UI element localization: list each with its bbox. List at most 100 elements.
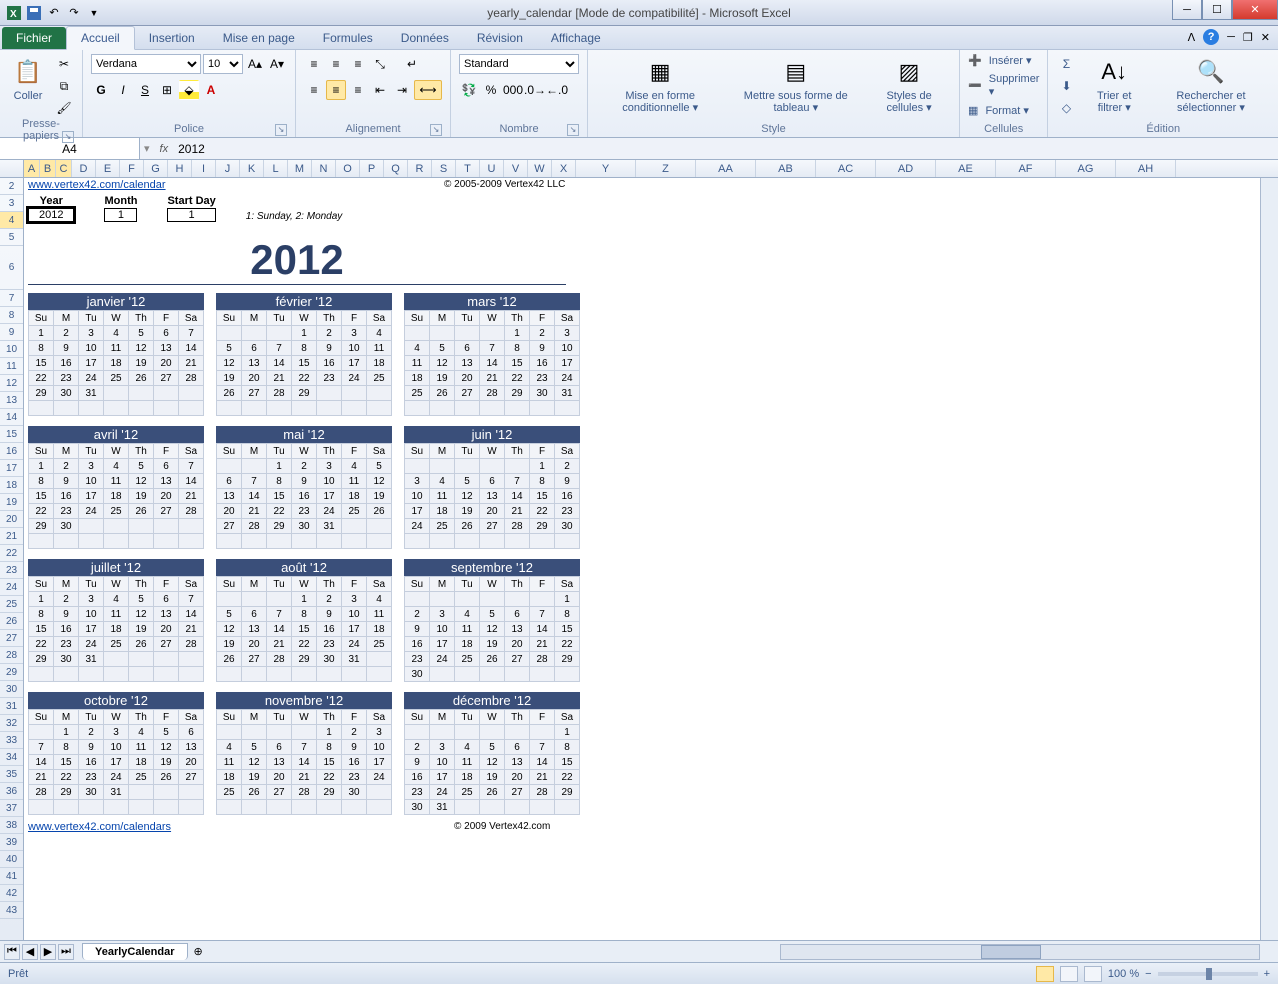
day-cell[interactable]: [430, 667, 455, 682]
day-cell[interactable]: 16: [54, 622, 79, 637]
help-icon[interactable]: ?: [1203, 29, 1219, 45]
day-cell[interactable]: [480, 401, 505, 416]
row-header-29[interactable]: 29: [0, 664, 23, 681]
day-cell[interactable]: [104, 800, 129, 815]
day-cell[interactable]: 9: [54, 474, 79, 489]
day-cell[interactable]: [317, 534, 342, 549]
day-cell[interactable]: [129, 785, 154, 800]
day-cell[interactable]: 27: [179, 770, 204, 785]
day-cell[interactable]: 13: [154, 474, 179, 489]
day-cell[interactable]: 29: [29, 519, 54, 534]
day-cell[interactable]: [29, 725, 54, 740]
col-header-Q[interactable]: Q: [384, 160, 408, 177]
day-cell[interactable]: 19: [129, 622, 154, 637]
row-header-4[interactable]: 4: [0, 212, 23, 229]
col-header-A[interactable]: A: [24, 160, 40, 177]
sheet-nav-first-icon[interactable]: ⏮: [4, 944, 20, 960]
day-cell[interactable]: 26: [154, 770, 179, 785]
day-cell[interactable]: 31: [104, 785, 129, 800]
align-bottom-button[interactable]: ≡: [348, 54, 368, 74]
day-cell[interactable]: 22: [292, 371, 317, 386]
day-cell[interactable]: [292, 401, 317, 416]
tab-layout[interactable]: Mise en page: [209, 27, 309, 49]
day-cell[interactable]: [555, 800, 580, 815]
col-header-J[interactable]: J: [216, 160, 240, 177]
col-header-G[interactable]: G: [144, 160, 168, 177]
day-cell[interactable]: [242, 800, 267, 815]
day-cell[interactable]: 7: [179, 592, 204, 607]
day-cell[interactable]: 19: [430, 371, 455, 386]
day-cell[interactable]: [242, 534, 267, 549]
zoom-out-button[interactable]: −: [1145, 968, 1151, 980]
day-cell[interactable]: [530, 800, 555, 815]
day-cell[interactable]: 3: [405, 474, 430, 489]
day-cell[interactable]: [430, 326, 455, 341]
day-cell[interactable]: 22: [29, 504, 54, 519]
formula-input[interactable]: 2012: [174, 142, 1278, 156]
day-cell[interactable]: [267, 592, 292, 607]
day-cell[interactable]: [179, 800, 204, 815]
day-cell[interactable]: 14: [179, 341, 204, 356]
day-cell[interactable]: 1: [292, 592, 317, 607]
font-name-select[interactable]: Verdana: [91, 54, 201, 74]
tab-data[interactable]: Données: [387, 27, 463, 49]
day-cell[interactable]: 8: [555, 740, 580, 755]
day-cell[interactable]: [367, 800, 392, 815]
day-cell[interactable]: 12: [129, 474, 154, 489]
day-cell[interactable]: 4: [342, 459, 367, 474]
day-cell[interactable]: 30: [317, 652, 342, 667]
day-cell[interactable]: 10: [79, 341, 104, 356]
col-header-V[interactable]: V: [504, 160, 528, 177]
col-header-K[interactable]: K: [240, 160, 264, 177]
day-cell[interactable]: 24: [367, 770, 392, 785]
day-cell[interactable]: 10: [405, 489, 430, 504]
align-right-button[interactable]: ≡: [348, 80, 368, 100]
row-header-32[interactable]: 32: [0, 715, 23, 732]
clear-button[interactable]: ◇: [1056, 98, 1076, 118]
day-cell[interactable]: 15: [505, 356, 530, 371]
day-cell[interactable]: 8: [555, 607, 580, 622]
day-cell[interactable]: 2: [54, 459, 79, 474]
day-cell[interactable]: 24: [79, 371, 104, 386]
day-cell[interactable]: 28: [530, 652, 555, 667]
day-cell[interactable]: 23: [405, 652, 430, 667]
day-cell[interactable]: [54, 667, 79, 682]
align-middle-button[interactable]: ≡: [326, 54, 346, 74]
day-cell[interactable]: 3: [79, 592, 104, 607]
day-cell[interactable]: [104, 519, 129, 534]
delete-cells-button[interactable]: ➖ Supprimer ▾: [968, 73, 1040, 98]
day-cell[interactable]: 16: [79, 755, 104, 770]
day-cell[interactable]: 19: [217, 637, 242, 652]
day-cell[interactable]: 17: [79, 489, 104, 504]
day-cell[interactable]: 26: [480, 652, 505, 667]
day-cell[interactable]: [129, 667, 154, 682]
row-header-21[interactable]: 21: [0, 528, 23, 545]
day-cell[interactable]: [342, 386, 367, 401]
day-cell[interactable]: [267, 401, 292, 416]
day-cell[interactable]: 23: [54, 371, 79, 386]
col-header-F[interactable]: F: [120, 160, 144, 177]
day-cell[interactable]: 25: [367, 637, 392, 652]
day-cell[interactable]: 28: [29, 785, 54, 800]
day-cell[interactable]: 8: [29, 341, 54, 356]
col-header-B[interactable]: B: [40, 160, 56, 177]
day-cell[interactable]: 8: [29, 474, 54, 489]
day-cell[interactable]: 16: [342, 755, 367, 770]
day-cell[interactable]: 9: [54, 607, 79, 622]
save-icon[interactable]: [26, 5, 42, 21]
day-cell[interactable]: [480, 800, 505, 815]
row-header-36[interactable]: 36: [0, 783, 23, 800]
wrap-text-button[interactable]: ↵: [402, 54, 422, 74]
day-cell[interactable]: [179, 785, 204, 800]
day-cell[interactable]: 12: [217, 622, 242, 637]
day-cell[interactable]: [430, 459, 455, 474]
day-cell[interactable]: [430, 725, 455, 740]
day-cell[interactable]: 28: [480, 386, 505, 401]
col-header-AE[interactable]: AE: [936, 160, 996, 177]
day-cell[interactable]: 9: [317, 607, 342, 622]
day-cell[interactable]: 3: [430, 740, 455, 755]
day-cell[interactable]: 20: [242, 637, 267, 652]
day-cell[interactable]: [217, 725, 242, 740]
day-cell[interactable]: [217, 592, 242, 607]
day-cell[interactable]: 25: [455, 785, 480, 800]
